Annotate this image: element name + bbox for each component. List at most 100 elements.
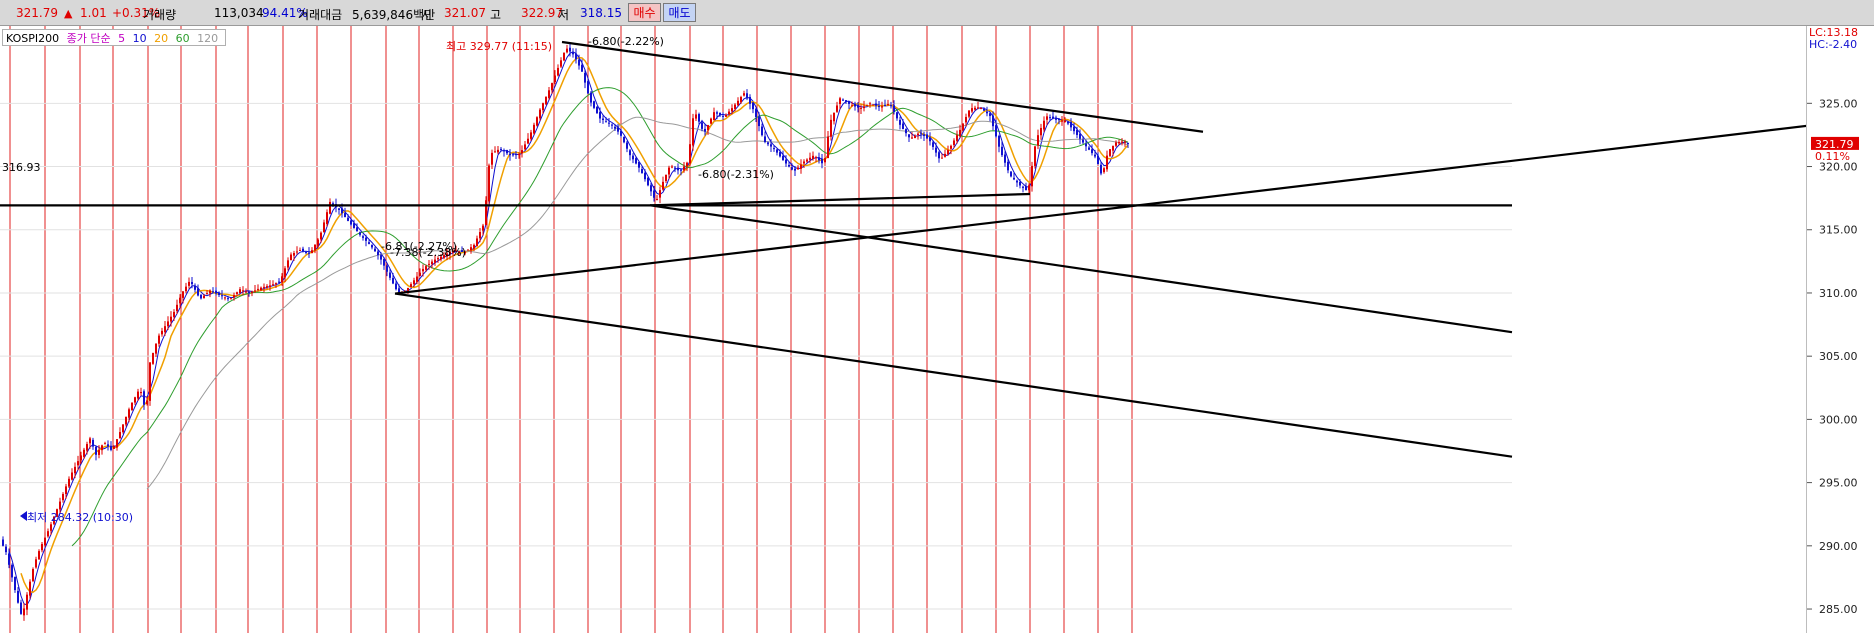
candle-body	[539, 109, 541, 119]
candle-body	[389, 272, 391, 278]
candle-body	[506, 149, 508, 154]
candle-body	[830, 119, 832, 137]
candle-body	[14, 576, 16, 591]
candle-body	[683, 166, 685, 171]
candle-body	[512, 154, 514, 156]
ma20-label: 20	[154, 32, 169, 45]
high-annotation: 최고 329.77 (11:15)	[446, 40, 552, 53]
candle-body	[2, 539, 4, 546]
candle-body	[74, 466, 76, 474]
candle-body	[284, 268, 286, 278]
candle-body	[737, 100, 739, 106]
candle-body	[311, 250, 313, 254]
candle-body	[596, 106, 598, 114]
candle-body	[569, 47, 571, 52]
candle-body	[146, 400, 148, 404]
ma60-line	[146, 116, 1129, 490]
candle-body	[1022, 186, 1024, 188]
candle-body	[566, 48, 568, 53]
candle-body	[197, 288, 199, 296]
ma-label: 종가 단순	[66, 32, 111, 45]
candle-body	[152, 353, 154, 364]
volume-value: 113,034	[214, 6, 264, 20]
candle-body	[167, 321, 169, 327]
candle-body	[131, 402, 133, 411]
candle-body	[140, 391, 142, 394]
candle-body	[77, 461, 79, 466]
candle-body	[587, 81, 589, 94]
candle-body	[119, 432, 121, 439]
candle-body	[614, 126, 616, 129]
candle-body	[743, 93, 745, 96]
candle-body	[623, 137, 625, 143]
candle-body	[926, 134, 928, 139]
price-chart[interactable]: 최고 329.77 (11:15) 최저 284.32 (10:30) 316.93…	[0, 26, 1874, 633]
candle-body	[494, 151, 496, 153]
candle-body	[503, 150, 505, 152]
candle-body	[932, 142, 934, 147]
candle-body	[518, 154, 520, 156]
candle-body	[515, 154, 517, 156]
candle-body	[344, 213, 346, 218]
candle-body	[482, 225, 484, 231]
candle-body	[410, 284, 412, 288]
candle-body	[695, 114, 697, 119]
candle-body	[47, 531, 49, 537]
candle-body	[365, 237, 367, 241]
candle-body	[839, 98, 841, 105]
candle-body	[341, 208, 343, 214]
candle-body	[986, 111, 988, 114]
price-axis: 325.00 320.00 315.00 310.00 305.00 300.00 295.…	[1806, 26, 1874, 633]
candle-body	[785, 159, 787, 164]
candle-body	[1010, 171, 1012, 177]
candle-body	[422, 268, 424, 272]
candle-body	[362, 236, 364, 238]
candle-body	[176, 304, 178, 312]
candle-body	[80, 455, 82, 461]
candle-body	[536, 117, 538, 126]
candle-body	[659, 190, 661, 198]
candle-body	[35, 559, 37, 568]
candle-body	[689, 144, 691, 164]
buy-button[interactable]: 매수	[628, 3, 661, 22]
y-tick-label: 290.00	[1819, 540, 1858, 553]
candle-body	[875, 103, 877, 106]
candlestick-series	[2, 43, 1129, 621]
candle-body	[383, 259, 385, 266]
candle-body	[485, 200, 487, 226]
candle-body	[686, 162, 688, 167]
candle-body	[563, 52, 565, 61]
candle-body	[881, 106, 883, 108]
candle-body	[1067, 121, 1069, 124]
candle-body	[1085, 143, 1087, 147]
candle-body	[821, 158, 823, 164]
candle-body	[68, 478, 70, 487]
y-tick-label: 315.00	[1819, 224, 1858, 237]
candle-body	[92, 439, 94, 447]
candle-body	[674, 167, 676, 169]
candle-body	[833, 112, 835, 122]
candle-body	[1106, 155, 1108, 170]
candle-body	[917, 133, 919, 135]
sell-button[interactable]: 매도	[663, 3, 696, 22]
candle-body	[317, 239, 319, 246]
price-toolbar: 321.79 ▲ 1.01 +0.31% 거래량 113,034 94.41% …	[0, 0, 1874, 26]
candle-body	[782, 155, 784, 161]
candle-body	[23, 608, 25, 616]
candle-body	[125, 416, 127, 425]
symbol-name: KOSPI200	[6, 32, 60, 45]
candle-body	[359, 232, 361, 235]
candle-body	[353, 223, 355, 228]
candle-body	[1034, 146, 1036, 166]
candle-body	[860, 107, 862, 109]
candle-body	[1061, 120, 1063, 122]
candle-body	[908, 134, 910, 138]
candle-body	[545, 96, 547, 105]
candle-body	[5, 546, 7, 553]
candle-body	[1013, 177, 1015, 180]
candle-body	[221, 295, 223, 297]
candle-body	[551, 83, 553, 91]
candle-body	[887, 104, 889, 106]
ma5-label: 5	[118, 32, 126, 45]
trend-line	[649, 192, 1031, 207]
